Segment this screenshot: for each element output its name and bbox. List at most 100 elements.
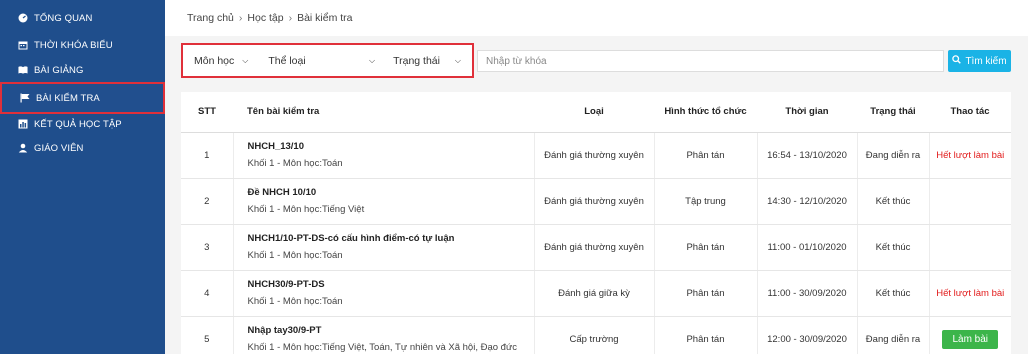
- test-detail: Khối 1 - Môn học:Tiếng Việt: [247, 204, 365, 215]
- cell-time: 16:54 - 13/10/2020: [756, 132, 857, 179]
- sidebar-item-timetable[interactable]: Thời khóa biểu: [0, 31, 165, 59]
- cell-type: Đánh giá giữa kỳ: [533, 270, 654, 317]
- cell-status: Đang diễn ra: [856, 316, 929, 354]
- chart-icon: [18, 119, 28, 129]
- book-icon: [18, 65, 28, 75]
- user-icon: [18, 143, 28, 153]
- cell-time: 12:00 - 30/09/2020: [756, 316, 857, 354]
- cell-action: [928, 224, 1011, 271]
- sidebar-item-teachers[interactable]: Giáo viên: [0, 134, 165, 162]
- test-title[interactable]: Đề NHCH 10/10: [248, 187, 534, 198]
- sidebar-item-overview[interactable]: Tổng quan: [0, 4, 165, 32]
- main-content: Trang chủ › Học tập › Bài kiểm tra Môn h…: [165, 0, 1028, 354]
- breadcrumb-current: Bài kiểm tra: [297, 12, 353, 24]
- breadcrumb: Trang chủ › Học tập › Bài kiểm tra: [187, 12, 353, 24]
- cell-form: Phân tán: [653, 224, 757, 271]
- search-button-label: Tìm kiếm: [965, 55, 1007, 67]
- sidebar-item-label: Bài kiểm tra: [36, 92, 100, 104]
- cell-type: Cấp trường: [533, 316, 654, 354]
- sidebar-item-label: Tổng quan: [34, 12, 93, 24]
- cell-stt: 3: [181, 224, 233, 271]
- breadcrumb-home[interactable]: Trang chủ: [187, 12, 234, 24]
- cell-form: Phân tán: [653, 132, 757, 179]
- cell-name: NHCH_13/10 Khối 1 - Môn học:Toán: [232, 132, 534, 179]
- status-select[interactable]: Trạng thái ⌵: [386, 48, 468, 73]
- sidebar-item-label: Kết quả học tập: [34, 118, 122, 130]
- table-row: 3 NHCH1/10-PT-DS-có cấu hình điểm-có tự …: [181, 224, 1011, 271]
- subject-select[interactable]: Môn học ⌵: [187, 48, 256, 73]
- search-input[interactable]: Nhập từ khóa: [477, 50, 944, 72]
- cell-action: Làm bài: [928, 316, 1011, 354]
- sidebar-item-label: Thời khóa biểu: [34, 39, 113, 51]
- chevron-down-icon: ⌵: [454, 55, 461, 65]
- cell-action: Hết lượt làm bài: [928, 132, 1011, 179]
- breadcrumb-bar: Trang chủ › Học tập › Bài kiểm tra: [165, 0, 1028, 36]
- header-time: Thời gian: [757, 92, 857, 133]
- cell-stt: 1: [181, 132, 233, 179]
- cell-time: 11:00 - 30/09/2020: [756, 270, 857, 317]
- cell-stt: 4: [181, 270, 233, 317]
- table-row: 5 Nhập tay30/9-PT Khối 1 - Môn học:Tiếng…: [181, 316, 1011, 354]
- search-placeholder: Nhập từ khóa: [486, 55, 547, 67]
- app-window: Tổng quan Thời khóa biểu Bài giảng Bài k…: [0, 0, 1028, 354]
- cell-form: Tập trung: [653, 178, 757, 225]
- table-row: 1 NHCH_13/10 Khối 1 - Môn học:Toán Đánh …: [181, 132, 1011, 179]
- chevron-right-icon: ›: [238, 12, 243, 24]
- out-of-attempts-label: Hết lượt làm bài: [936, 149, 1005, 161]
- tests-table: STT Tên bài kiểm tra Loại Hình thức tổ c…: [181, 92, 1011, 354]
- cell-status: Đang diễn ra: [856, 132, 929, 179]
- cell-stt: 2: [181, 178, 233, 225]
- search-button[interactable]: Tìm kiếm: [948, 50, 1011, 72]
- test-detail: Khối 1 - Môn học:Toán: [247, 158, 343, 169]
- test-title[interactable]: NHCH30/9-PT-DS: [248, 279, 534, 290]
- cell-status: Kết thúc: [856, 224, 929, 271]
- sidebar: Tổng quan Thời khóa biểu Bài giảng Bài k…: [0, 0, 165, 354]
- chevron-right-icon: ›: [288, 12, 293, 24]
- chevron-down-icon: ⌵: [242, 55, 249, 65]
- chevron-down-icon: ⌵: [369, 55, 376, 65]
- cell-status: Kết thúc: [856, 270, 929, 317]
- cell-form: Phân tán: [653, 270, 757, 317]
- test-detail: Khối 1 - Môn học:Toán: [247, 296, 343, 307]
- breadcrumb-study[interactable]: Học tập: [247, 12, 283, 24]
- table-header-row: STT Tên bài kiểm tra Loại Hình thức tổ c…: [181, 92, 1011, 133]
- header-status: Trạng thái: [857, 92, 929, 133]
- header-form: Hình thức tổ chức: [654, 92, 757, 133]
- cell-type: Đánh giá thường xuyên: [533, 224, 654, 271]
- out-of-attempts-label: Hết lượt làm bài: [936, 287, 1005, 299]
- cell-action: Hết lượt làm bài: [928, 270, 1011, 317]
- tests-table-card: STT Tên bài kiểm tra Loại Hình thức tổ c…: [181, 92, 1011, 354]
- calendar-icon: [18, 40, 28, 50]
- cell-name: Nhập tay30/9-PT Khối 1 - Môn học:Tiếng V…: [232, 316, 534, 354]
- filter-group: Môn học ⌵ Thể loại ⌵ Trạng thái ⌵: [181, 43, 474, 78]
- header-type: Loại: [534, 92, 654, 133]
- cell-time: 11:00 - 01/10/2020: [756, 224, 857, 271]
- cell-action: [928, 178, 1011, 225]
- category-select[interactable]: Thể loại ⌵: [261, 48, 383, 73]
- cell-form: Phân tán: [653, 316, 757, 354]
- header-name: Tên bài kiểm tra: [233, 92, 534, 133]
- cell-type: Đánh giá thường xuyên: [533, 132, 654, 179]
- subject-select-value: Môn học: [194, 54, 235, 67]
- test-detail: Khối 1 - Môn học:Tiếng Việt, Toán, Tự nh…: [247, 342, 518, 353]
- take-test-button[interactable]: Làm bài: [942, 329, 999, 349]
- status-select-value: Trạng thái: [393, 54, 440, 67]
- sidebar-item-label: Giáo viên: [34, 142, 84, 154]
- search-icon: [952, 55, 962, 67]
- cell-status: Kết thúc: [856, 178, 929, 225]
- test-title[interactable]: Nhập tay30/9-PT: [248, 325, 534, 336]
- dashboard-icon: [18, 13, 28, 23]
- sidebar-item-label: Bài giảng: [34, 64, 84, 76]
- category-select-value: Thể loại: [268, 54, 306, 67]
- cell-stt: 5: [181, 316, 233, 354]
- test-detail: Khối 1 - Môn học:Toán: [247, 250, 343, 261]
- cell-name: NHCH1/10-PT-DS-có cấu hình điểm-có tự lu…: [232, 224, 534, 271]
- test-title[interactable]: NHCH_13/10: [248, 141, 534, 152]
- test-title[interactable]: NHCH1/10-PT-DS-có cấu hình điểm-có tự lu…: [248, 233, 534, 244]
- sidebar-item-lectures[interactable]: Bài giảng: [0, 56, 165, 84]
- flag-icon: [20, 93, 30, 103]
- cell-time: 14:30 - 12/10/2020: [756, 178, 857, 225]
- cell-name: NHCH30/9-PT-DS Khối 1 - Môn học:Toán: [232, 270, 534, 317]
- cell-name: Đề NHCH 10/10 Khối 1 - Môn học:Tiếng Việ…: [232, 178, 534, 225]
- header-action: Thao tác: [929, 92, 1011, 133]
